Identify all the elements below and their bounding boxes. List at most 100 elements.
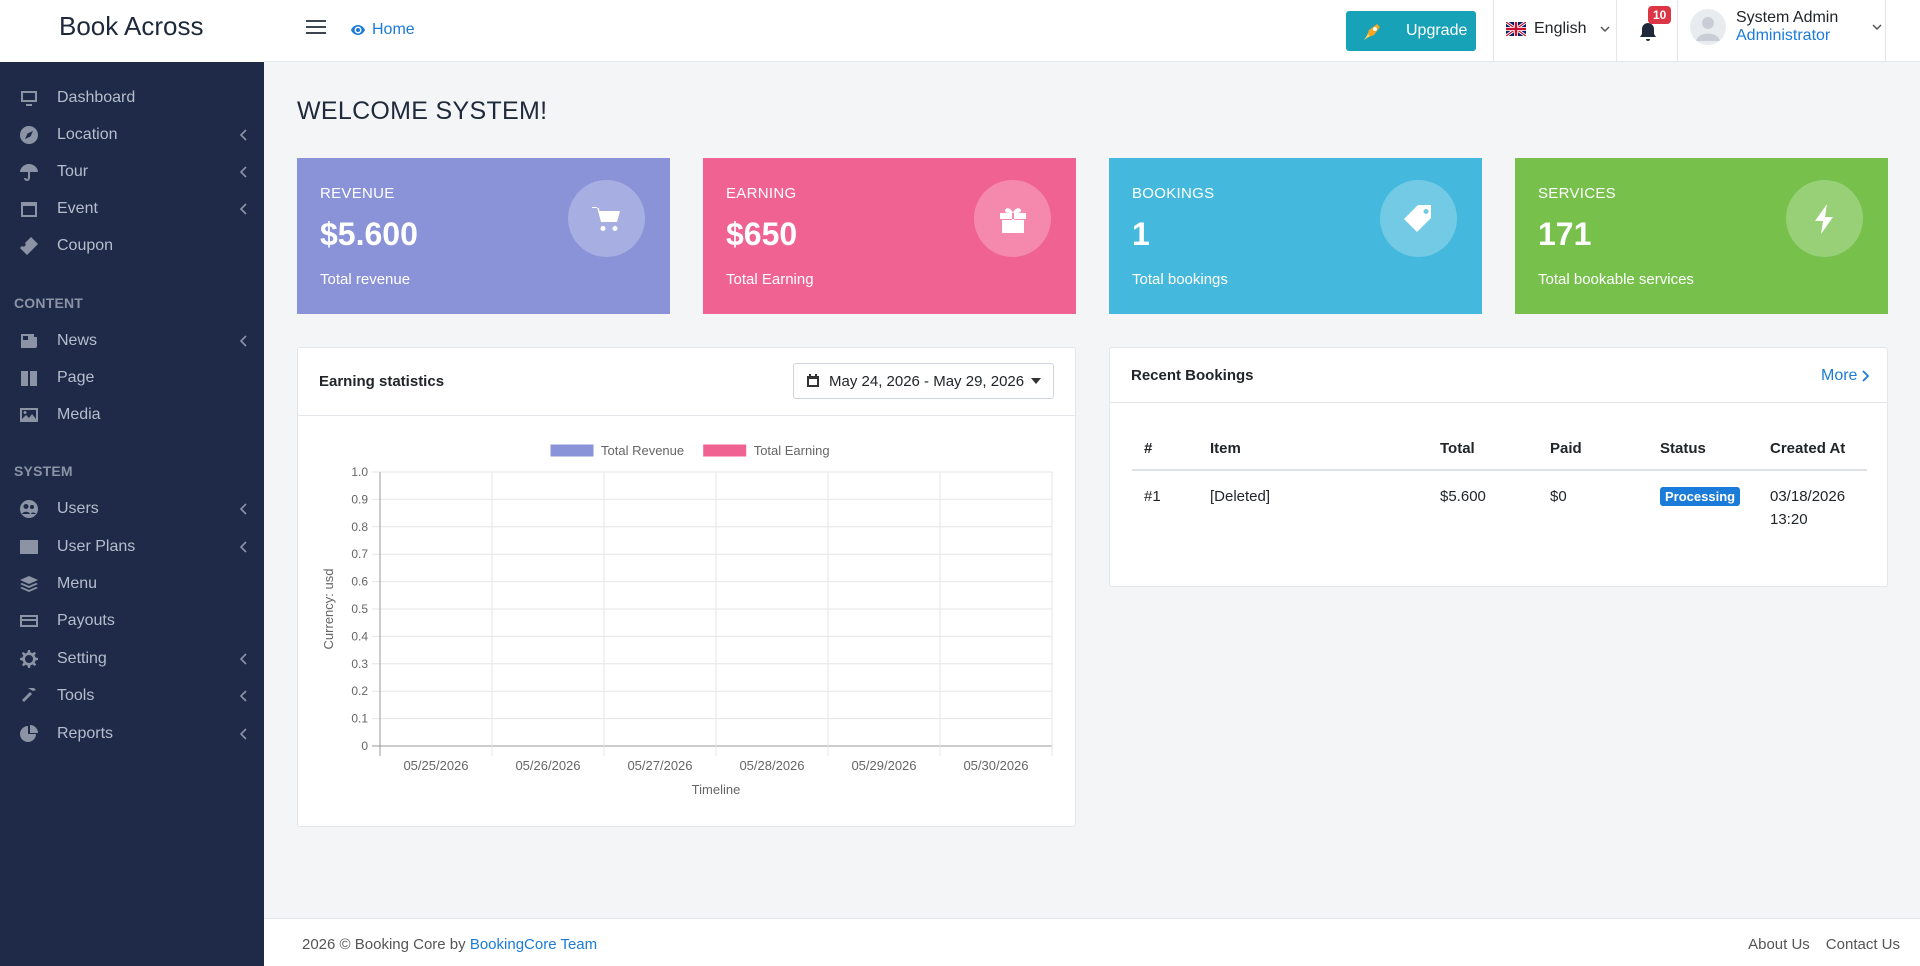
footer: 2026 © Booking Core by BookingCore Team … [264,918,1920,966]
card-subtitle: Total Earning [726,271,814,288]
panel-title: Recent Bookings [1131,367,1254,384]
divider [1110,402,1887,403]
list-icon [18,536,40,558]
earning-statistics-panel: Earning statistics May 24, 2026 - May 29… [297,347,1076,827]
user-avatar-icon [1696,17,1720,41]
legend-label: Total Earning [754,443,830,458]
book-icon [18,367,40,389]
sidebar-item-users[interactable]: Users [0,492,264,526]
column-header: # [1132,428,1198,471]
more-link[interactable]: More [1821,367,1870,385]
menu-toggle-icon[interactable] [306,20,326,36]
legend-swatch [549,443,595,458]
sidebar-item-label: Payouts [57,612,115,629]
column-header: Item [1198,428,1428,471]
y-tick-label: 0.7 [351,547,368,561]
booking-paid: $0 [1550,488,1567,505]
date-range-label: May 24, 2026 - May 29, 2026 [829,372,1025,390]
sidebar-item-tools[interactable]: Tools [0,679,264,713]
top-bar: Book Across Home Upgrade English 10 Syst… [0,0,1920,62]
upgrade-button[interactable]: Upgrade [1346,11,1476,51]
bookings-table: # Item Total Paid Status Created At #1 [… [1132,428,1867,540]
sidebar-item-label: Coupon [57,237,114,254]
chevron-left-icon [240,653,247,665]
y-tick-label: 0.9 [351,492,368,506]
card-title: REVENUE [320,185,395,202]
sidebar-item-label: Reports [57,725,114,742]
sidebar-item-label: Event [57,200,98,217]
brand[interactable]: Book Across [0,0,264,62]
sidebar-item-location[interactable]: Location [0,118,264,152]
sidebar-item-coupon[interactable]: Coupon [0,229,264,263]
sidebar-item-setting[interactable]: Setting [0,642,264,676]
sidebar-item-label: Location [57,126,118,143]
compass-icon [18,124,40,146]
about-link[interactable]: About Us [1748,936,1810,953]
chevron-right-icon [1862,370,1870,382]
team-link[interactable]: BookingCore Team [470,936,597,953]
sidebar-item-menu[interactable]: Menu [0,567,264,601]
chevron-down-icon [1600,26,1611,33]
x-tick-label: 05/29/2026 [851,758,916,773]
calendar-icon [807,374,819,387]
brand-name[interactable]: Book Across [59,11,204,42]
x-tick-label: 05/27/2026 [627,758,692,773]
y-tick-label: 0 [361,739,368,753]
y-tick-label: 0.1 [351,712,368,726]
y-tick-label: 0.8 [351,520,368,534]
legend-swatch [702,443,748,458]
column-header: Status [1648,428,1758,471]
hammer-icon [18,685,40,707]
bookings-card: BOOKINGS 1 Total bookings [1109,158,1482,314]
sidebar-item-label: Setting [57,650,107,667]
sidebar-item-dashboard[interactable]: Dashboard [0,81,264,115]
monitor-icon [18,87,40,109]
divider [1885,0,1886,62]
x-tick-label: 05/25/2026 [403,758,468,773]
sidebar-item-reports[interactable]: Reports [0,717,264,751]
upgrade-label: Upgrade [1406,22,1468,39]
panel-title: Earning statistics [319,373,445,390]
bolt-icon [1786,180,1863,257]
created-time: 13:20 [1770,511,1808,528]
y-tick-label: 0.2 [351,684,368,698]
recent-bookings-panel: Recent Bookings More # Item Total Paid S… [1109,347,1888,587]
uk-flag-icon [1506,22,1526,36]
eye-icon [351,25,365,35]
sidebar-item-event[interactable]: Event [0,192,264,226]
image-icon [18,404,40,426]
card-title: BOOKINGS [1132,185,1215,202]
y-tick-label: 0.3 [351,657,368,671]
contact-link[interactable]: Contact Us [1826,936,1900,953]
sidebar-item-label: User Plans [57,538,136,555]
booking-status-cell: Processing [1648,470,1758,540]
services-card: SERVICES 171 Total bookable services [1515,158,1888,314]
chevron-left-icon [240,129,247,141]
card-value: 171 [1538,216,1592,252]
y-axis-label: Currency: usd [321,569,336,650]
notification-count-badge: 10 [1648,6,1672,24]
user-menu[interactable]: System Admin Administrator [1690,8,1886,54]
chevron-left-icon [240,503,247,515]
sidebar-item-user-plans[interactable]: User Plans [0,530,264,564]
home-link[interactable]: Home [350,21,415,39]
sidebar-item-label: News [57,332,98,349]
sidebar-item-tour[interactable]: Tour [0,155,264,189]
sidebar-item-payouts[interactable]: Payouts [0,604,264,638]
date-range-picker[interactable]: May 24, 2026 - May 29, 2026 [793,363,1054,399]
language-selector[interactable]: English [1506,20,1611,38]
sidebar-item-news[interactable]: News [0,324,264,358]
column-header: Total [1428,428,1538,471]
table-row[interactable]: #1 [Deleted] $5.600 $0 Processing 03/18/… [1132,470,1867,540]
card-value: $650 [726,216,798,252]
card-subtitle: Total bookings [1132,271,1228,288]
card-value: $5.600 [320,216,418,252]
ticket-icon [18,235,40,257]
page-title: WELCOME SYSTEM! [297,97,548,125]
avatar [1690,9,1726,45]
sidebar: Dashboard Location Tour Event Coupon CON… [0,62,264,966]
sidebar-item-page[interactable]: Page [0,361,264,395]
sidebar-item-media[interactable]: Media [0,398,264,432]
x-tick-label: 05/30/2026 [963,758,1028,773]
created-date: 03/18/2026 [1770,488,1846,505]
